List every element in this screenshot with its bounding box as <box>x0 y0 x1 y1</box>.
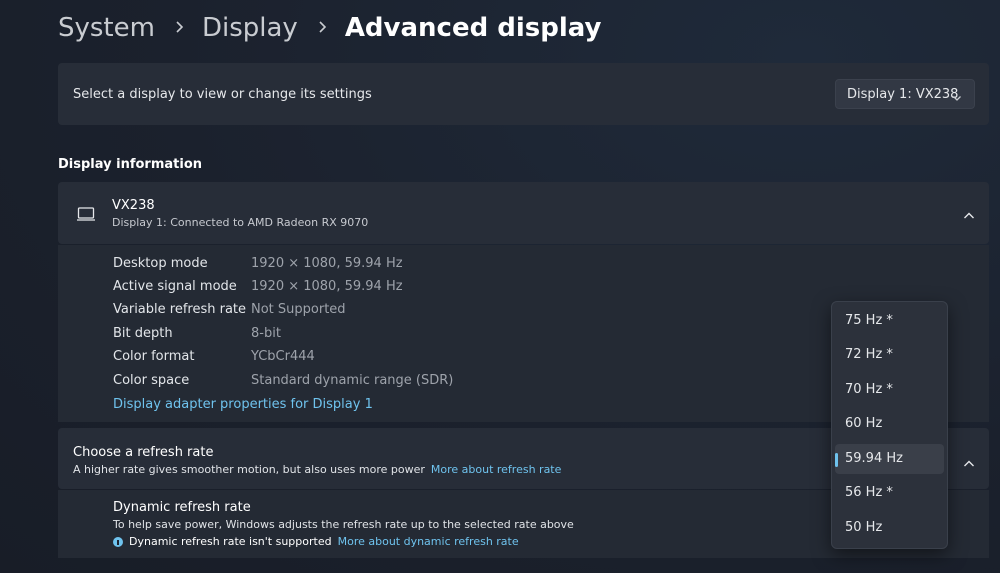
refresh-option-label: 59.94 Hz <box>845 451 903 466</box>
refresh-option-56[interactable]: 56 Hz * <box>835 478 944 508</box>
monitor-icon <box>76 206 96 225</box>
dynamic-refresh-title: Dynamic refresh rate <box>113 500 251 515</box>
breadcrumb: System Display Advanced display <box>58 10 601 46</box>
row-value-variable-refresh-rate: Not Supported <box>251 302 346 317</box>
row-label-color-space: Color space <box>113 373 190 388</box>
row-label-color-format: Color format <box>113 349 195 364</box>
section-title-display-information: Display information <box>58 157 203 172</box>
row-label-active-signal-mode: Active signal mode <box>113 279 237 294</box>
refresh-option-72[interactable]: 72 Hz * <box>835 340 944 370</box>
refresh-option-label: 50 Hz <box>845 520 883 535</box>
display-adapter-properties-link[interactable]: Display adapter properties for Display 1 <box>113 397 373 412</box>
chevron-up-icon[interactable] <box>963 454 975 473</box>
row-value-desktop-mode: 1920 × 1080, 59.94 Hz <box>251 256 403 271</box>
monitor-subtitle: Display 1: Connected to AMD Radeon RX 90… <box>112 216 369 229</box>
display-select-dropdown[interactable]: Display 1: VX238 <box>835 79 975 109</box>
display-info-header[interactable]: VX238 Display 1: Connected to AMD Radeon… <box>58 182 989 244</box>
refresh-option-75[interactable]: 75 Hz * <box>835 306 944 336</box>
row-value-color-space: Standard dynamic range (SDR) <box>251 373 454 388</box>
row-value-color-format: YCbCr444 <box>251 349 315 364</box>
chevron-right-icon <box>318 19 327 38</box>
row-value-active-signal-mode: 1920 × 1080, 59.94 Hz <box>251 279 403 294</box>
selected-indicator <box>835 453 838 467</box>
dynamic-refresh-info-text: Dynamic refresh rate isn't supported <box>129 535 332 548</box>
refresh-option-label: 75 Hz * <box>845 313 893 328</box>
breadcrumb-display[interactable]: Display <box>202 13 298 43</box>
refresh-rate-description: A higher rate gives smoother motion, but… <box>73 463 425 476</box>
row-label-bit-depth: Bit depth <box>113 326 173 341</box>
more-about-dynamic-refresh-link[interactable]: More about dynamic refresh rate <box>338 535 519 548</box>
chevron-down-icon <box>952 88 962 107</box>
chevron-up-icon[interactable] <box>963 206 975 225</box>
refresh-rate-flyout: 75 Hz * 72 Hz * 70 Hz * 60 Hz 59.94 Hz 5… <box>831 301 948 549</box>
more-about-refresh-rate-link[interactable]: More about refresh rate <box>431 463 562 476</box>
refresh-option-59-94[interactable]: 59.94 Hz <box>835 444 944 474</box>
dynamic-refresh-info: Dynamic refresh rate isn't supported Mor… <box>113 535 519 548</box>
dynamic-refresh-subtitle: To help save power, Windows adjusts the … <box>113 518 574 531</box>
refresh-option-label: 56 Hz * <box>845 485 893 500</box>
row-value-bit-depth: 8-bit <box>251 326 281 341</box>
refresh-option-50[interactable]: 50 Hz <box>835 513 944 543</box>
monitor-name: VX238 <box>112 198 155 213</box>
refresh-option-60[interactable]: 60 Hz <box>835 409 944 439</box>
refresh-option-70[interactable]: 70 Hz * <box>835 375 944 405</box>
row-label-desktop-mode: Desktop mode <box>113 256 208 271</box>
page-title: Advanced display <box>344 13 602 43</box>
select-display-card: Select a display to view or change its s… <box>58 63 989 125</box>
refresh-rate-title: Choose a refresh rate <box>73 445 214 460</box>
refresh-rate-subtitle: A higher rate gives smoother motion, but… <box>73 463 561 476</box>
row-label-variable-refresh-rate: Variable refresh rate <box>113 302 247 317</box>
breadcrumb-system[interactable]: System <box>58 13 155 43</box>
refresh-option-label: 60 Hz <box>845 416 883 431</box>
refresh-option-label: 72 Hz * <box>845 347 893 362</box>
select-display-label: Select a display to view or change its s… <box>73 87 372 102</box>
display-select-value: Display 1: VX238 <box>847 87 959 102</box>
chevron-right-icon <box>175 19 184 38</box>
refresh-option-label: 70 Hz * <box>845 382 893 397</box>
info-icon <box>113 536 123 547</box>
